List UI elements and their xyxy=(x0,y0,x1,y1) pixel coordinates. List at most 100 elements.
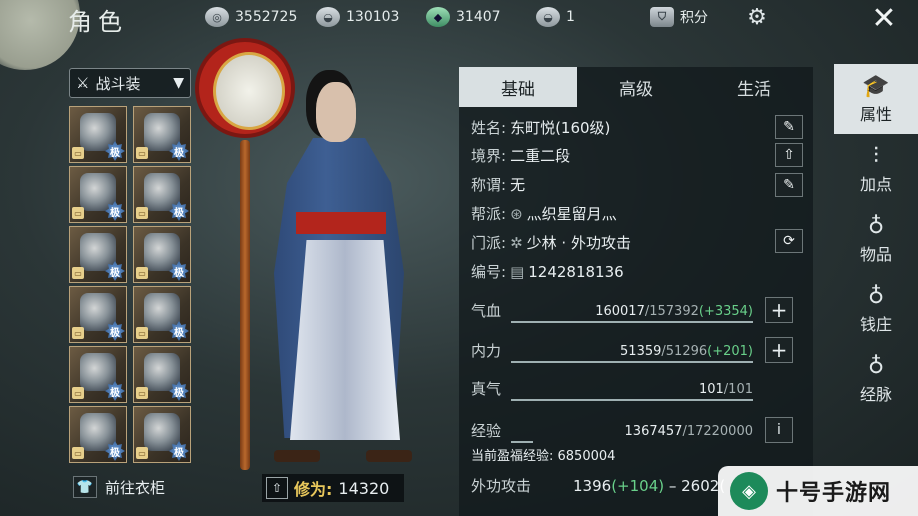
edit-name-brush-icon[interactable]: ✎ xyxy=(775,115,803,139)
stat-attack: 外功攻击 1396(+104) – 2602( xyxy=(471,475,725,496)
silver-coin-value: 3552725 xyxy=(235,9,298,25)
settings-gear-icon[interactable]: ⚙ xyxy=(742,2,772,32)
info-realm: 境界: 二重二段 xyxy=(471,145,570,166)
resource-silver-coin: ◎ 3552725 xyxy=(205,6,297,28)
lock-icon: ▭ xyxy=(136,267,148,279)
tab-advanced[interactable]: 高级 xyxy=(577,67,695,107)
jade-value: 31407 xyxy=(456,9,501,25)
outfit-selector[interactable]: ⚔ 战斗装 ▼ xyxy=(69,68,191,98)
hp-value: 160017/157392(+3354) xyxy=(595,304,753,319)
lock-icon: ▭ xyxy=(136,207,148,219)
equip-slot-belt[interactable]: ▭ 极 xyxy=(69,286,127,343)
sect-key: 门派: xyxy=(471,234,507,252)
drum-decoration xyxy=(195,38,295,138)
watermark-logo-icon: ◈ xyxy=(730,472,768,510)
cultivation-display: ⇧ 修为: 14320 xyxy=(262,474,404,502)
switch-sect-refresh-icon[interactable]: ⟳ xyxy=(775,229,803,253)
equip-slot-bracelet[interactable]: ▭ 极 xyxy=(133,286,191,343)
score-button[interactable]: ⛉ 积分 xyxy=(650,6,708,28)
cultivation-label: 修为: xyxy=(294,480,333,499)
grade-badge: 极 xyxy=(169,321,189,341)
grade-badge: 极 xyxy=(169,141,189,161)
hp-plus-icon[interactable]: + xyxy=(765,297,793,323)
shirt-icon: 👕 xyxy=(73,476,97,498)
character-head xyxy=(316,82,356,142)
side-tab-attributes[interactable]: 🎓 属性 xyxy=(834,64,918,134)
grade-badge: 极 xyxy=(169,381,189,401)
hp-underline xyxy=(511,321,753,323)
exp-key: 经验 xyxy=(471,422,502,440)
gold-ingot-value: 1 xyxy=(566,9,575,25)
equip-slot-weapon-2[interactable]: ▭ 极 xyxy=(133,106,191,163)
meridian-icon: ♁ xyxy=(867,353,885,379)
equip-slot-hat[interactable]: ▭ 极 xyxy=(69,166,127,223)
lock-icon: ▭ xyxy=(72,387,84,399)
panel-tabs: 基础 高级 生活 xyxy=(459,67,813,107)
character-belt xyxy=(296,212,386,234)
mp-plus-icon[interactable]: + xyxy=(765,337,793,363)
title-value: 无 xyxy=(510,176,526,194)
info-sect: 门派: ✲ 少林 · 外功攻击 xyxy=(471,232,631,253)
equip-slot-weapon-1[interactable]: ▭ 极 xyxy=(69,106,127,163)
stat-hp: 气血 160017/157392(+3354) + xyxy=(471,295,801,323)
top-bar: 角色 ◎ 3552725 ◒ 130103 ◆ 31407 ◒ 1 ⛉ 积分 ⚙… xyxy=(0,0,918,37)
id-key: 编号: xyxy=(471,263,507,281)
page-title: 角色 xyxy=(68,8,128,36)
equip-slot-armor[interactable]: ▭ 极 xyxy=(69,226,127,283)
qi-underline xyxy=(511,399,753,401)
jade-icon: ◆ xyxy=(426,7,450,27)
stat-exp: 经验 1367457/17220000 i xyxy=(471,415,801,443)
exp-value: 1367457/17220000 xyxy=(624,424,753,439)
qi-value: 101/101 xyxy=(698,382,753,397)
equip-slot-boots[interactable]: ▭ 极 xyxy=(69,406,127,463)
sect-value: 少林 · 外功攻击 xyxy=(526,234,631,252)
attack-key: 外功攻击 xyxy=(471,477,532,495)
sect-emblem-icon: ✲ xyxy=(510,233,523,252)
equip-slot-gloves[interactable]: ▭ 极 xyxy=(133,226,191,283)
equip-slot-ring[interactable]: ▭ 极 xyxy=(133,346,191,403)
info-name: 姓名: 东町悦(160级) xyxy=(471,117,610,138)
equip-slot-pants[interactable]: ▭ 极 xyxy=(69,346,127,403)
equip-slot-amulet[interactable]: ▭ 极 xyxy=(133,166,191,223)
realm-key: 境界: xyxy=(471,147,507,165)
cultivation-value: 14320 xyxy=(338,478,390,498)
character-skirt xyxy=(290,240,400,440)
equip-slot-pendant[interactable]: ▭ 极 xyxy=(133,406,191,463)
tab-life[interactable]: 生活 xyxy=(695,67,813,107)
grade-badge: 极 xyxy=(105,261,125,281)
side-tab-meridian[interactable]: ♁ 经脉 xyxy=(834,344,918,414)
stat-qi: 真气 101/101 xyxy=(471,373,801,401)
guild-key: 帮派: xyxy=(471,205,507,223)
side-tab-points[interactable]: ⫶ 加点 xyxy=(834,134,918,204)
realm-upgrade-icon[interactable]: ⇧ xyxy=(775,143,803,167)
lock-icon: ▭ xyxy=(72,447,84,459)
side-tab-label: 加点 xyxy=(859,174,892,194)
bag-icon: ♁ xyxy=(867,213,885,239)
realm-value: 二重二段 xyxy=(510,147,571,165)
side-tab-items[interactable]: ♁ 物品 xyxy=(834,204,918,274)
score-shield-icon: ⛉ xyxy=(650,7,674,27)
id-value: 1242818136 xyxy=(528,262,624,281)
money-bag-icon: ♁ xyxy=(867,283,885,309)
bonus-exp-text: 当前盈福经验: 6850004 xyxy=(471,449,616,464)
grade-badge: 极 xyxy=(105,381,125,401)
lock-icon: ▭ xyxy=(136,327,148,339)
exp-progress xyxy=(511,441,533,443)
tab-basic[interactable]: 基础 xyxy=(459,67,577,107)
edit-title-brush-icon[interactable]: ✎ xyxy=(775,173,803,197)
name-key: 姓名: xyxy=(471,119,507,137)
score-label: 积分 xyxy=(680,10,708,26)
exp-info-icon[interactable]: i xyxy=(765,417,793,443)
hp-key: 气血 xyxy=(471,302,502,320)
wardrobe-button[interactable]: 👕 前往衣柜 xyxy=(73,476,165,498)
lock-icon: ▭ xyxy=(136,147,148,159)
close-icon[interactable]: ✕ xyxy=(868,1,900,36)
resource-jade: ◆ 31407 xyxy=(426,6,501,28)
side-tab-bank[interactable]: ♁ 钱庄 xyxy=(834,274,918,344)
grade-badge: 极 xyxy=(169,441,189,461)
outfit-label: 战斗装 xyxy=(95,74,141,93)
resource-gold-ingot: ◒ 1 xyxy=(536,6,575,28)
attribute-icon: 🎓 xyxy=(862,73,890,99)
sliders-icon: ⫶ xyxy=(873,143,879,169)
title-key: 称谓: xyxy=(471,176,507,194)
